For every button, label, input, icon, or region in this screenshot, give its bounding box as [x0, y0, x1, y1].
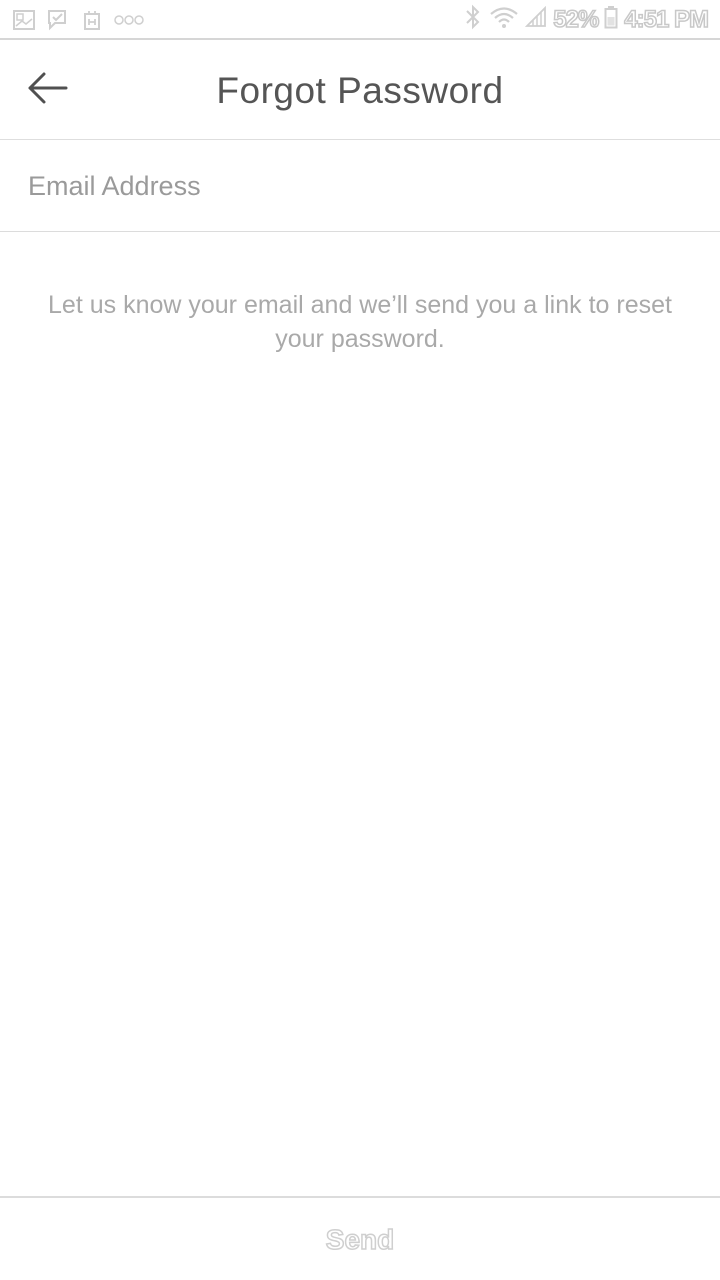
status-bar: 52% 4:51 PM — [0, 0, 720, 40]
check-message-icon — [46, 9, 70, 31]
bluetooth-icon — [463, 4, 483, 37]
wifi-icon — [489, 5, 519, 36]
forgot-password-screen: 52% 4:51 PM Forgot Password Let u — [0, 0, 720, 1280]
gallery-icon — [12, 9, 36, 31]
status-time: 4:51 PM — [624, 5, 710, 34]
more-dots-icon — [114, 9, 144, 31]
help-text: Let us know your email and we’ll send yo… — [48, 291, 672, 353]
system-status: 52% 4:51 PM — [463, 4, 710, 37]
send-button[interactable]: Send — [0, 1220, 720, 1260]
page-title: Forgot Password — [216, 70, 504, 111]
email-field[interactable] — [28, 164, 688, 208]
signal-icon — [525, 5, 547, 35]
app-bar: Forgot Password — [0, 40, 720, 140]
bottom-action-bar: Send — [0, 1196, 720, 1280]
email-field-row — [0, 140, 720, 232]
app-notification-icon — [80, 9, 104, 31]
battery-percent: 52% — [552, 5, 600, 34]
battery-icon — [604, 5, 618, 36]
notification-icons — [12, 8, 144, 32]
